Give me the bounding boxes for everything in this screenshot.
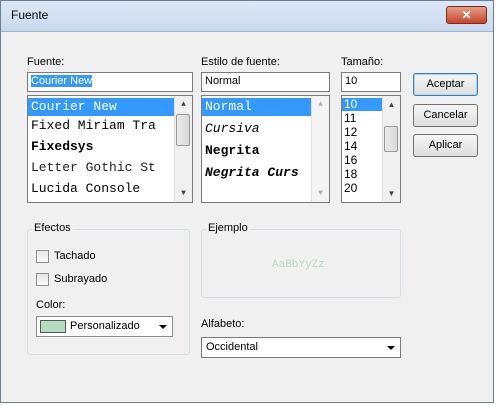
font-list-item[interactable]: Courier New xyxy=(28,98,178,116)
font-dialog: Fuente ✕ Fuente: Courier New Courier New… xyxy=(0,0,494,403)
effects-title: Efectos xyxy=(32,222,73,234)
scroll-down-icon: ▼ xyxy=(318,189,323,198)
font-name-input[interactable]: Courier New xyxy=(27,72,193,92)
sample-text: AaBbYyZz xyxy=(272,259,325,271)
strikeout-checkbox[interactable] xyxy=(36,250,49,263)
close-button[interactable]: ✕ xyxy=(446,6,487,24)
scroll-down-icon[interactable]: ▼ xyxy=(383,185,400,202)
font-list-item[interactable]: Lucida Console xyxy=(28,180,178,198)
scroll-thumb[interactable] xyxy=(384,126,398,152)
title-bar[interactable]: Fuente ✕ xyxy=(1,1,493,32)
style-list[interactable]: Normal Cursiva Negrita Negrita Curs ▲ ▼ xyxy=(201,95,330,203)
size-list-item[interactable]: 11 xyxy=(342,112,384,125)
script-combo[interactable]: Occidental xyxy=(201,337,401,358)
scroll-up-icon[interactable]: ▲ xyxy=(175,96,192,113)
apply-button[interactable]: Aplicar xyxy=(413,134,478,157)
font-list-item[interactable]: Fixedsys xyxy=(28,138,178,156)
strikeout-label[interactable]: Tachado xyxy=(54,250,96,262)
color-label: Color: xyxy=(36,299,66,311)
size-list-item[interactable]: 20 xyxy=(342,182,384,195)
scroll-down-icon[interactable]: ▼ xyxy=(175,185,192,202)
size-list-scrollbar[interactable]: ▲ ▼ xyxy=(382,96,400,202)
font-list[interactable]: Courier New Fixed Miriam Tra Fixedsys Le… xyxy=(27,95,193,203)
size-list-item[interactable]: 12 xyxy=(342,126,384,139)
close-icon: ✕ xyxy=(461,8,472,22)
chevron-down-icon xyxy=(387,346,395,350)
size-input[interactable]: 10 xyxy=(341,72,401,92)
color-value: Personalizado xyxy=(70,320,140,332)
sample-title: Ejemplo xyxy=(206,222,250,234)
scroll-up-icon[interactable]: ▲ xyxy=(383,96,400,113)
font-label: Fuente: xyxy=(27,56,65,68)
size-list[interactable]: 10 11 12 14 16 18 20 ▲ ▼ xyxy=(341,95,401,203)
script-label: Alfabeto: xyxy=(201,318,245,330)
font-list-scrollbar[interactable]: ▲ ▼ xyxy=(174,96,192,202)
ok-button[interactable]: Aceptar xyxy=(413,73,478,96)
underline-label[interactable]: Subrayado xyxy=(54,273,107,285)
size-label: Tamaño: xyxy=(341,56,384,68)
style-list-item[interactable]: Normal xyxy=(202,98,315,116)
script-value: Occidental xyxy=(206,341,258,353)
style-input[interactable]: Normal xyxy=(201,72,330,92)
cancel-button[interactable]: Cancelar xyxy=(413,104,478,127)
size-list-item[interactable]: 10 xyxy=(342,98,384,111)
chevron-down-icon xyxy=(159,325,167,329)
font-list-item[interactable]: Fixed Miriam Tra xyxy=(28,117,178,135)
style-label: Estilo de fuente: xyxy=(201,56,280,68)
size-list-item[interactable]: 16 xyxy=(342,154,384,167)
style-list-item[interactable]: Cursiva xyxy=(202,120,315,138)
style-list-item[interactable]: Negrita xyxy=(202,142,315,160)
color-swatch xyxy=(40,320,66,333)
scroll-thumb[interactable] xyxy=(176,114,190,146)
window-title: Fuente xyxy=(11,8,49,22)
style-list-scrollbar: ▲ ▼ xyxy=(311,96,329,202)
color-combo[interactable]: Personalizado xyxy=(36,316,173,337)
size-list-item[interactable]: 18 xyxy=(342,168,384,181)
underline-checkbox[interactable] xyxy=(36,273,49,286)
style-list-item[interactable]: Negrita Curs xyxy=(202,164,315,182)
font-list-item[interactable]: Letter Gothic St xyxy=(28,159,178,177)
scroll-up-icon: ▲ xyxy=(318,100,323,109)
size-list-item[interactable]: 14 xyxy=(342,140,384,153)
font-name-value: Courier New xyxy=(31,75,93,87)
